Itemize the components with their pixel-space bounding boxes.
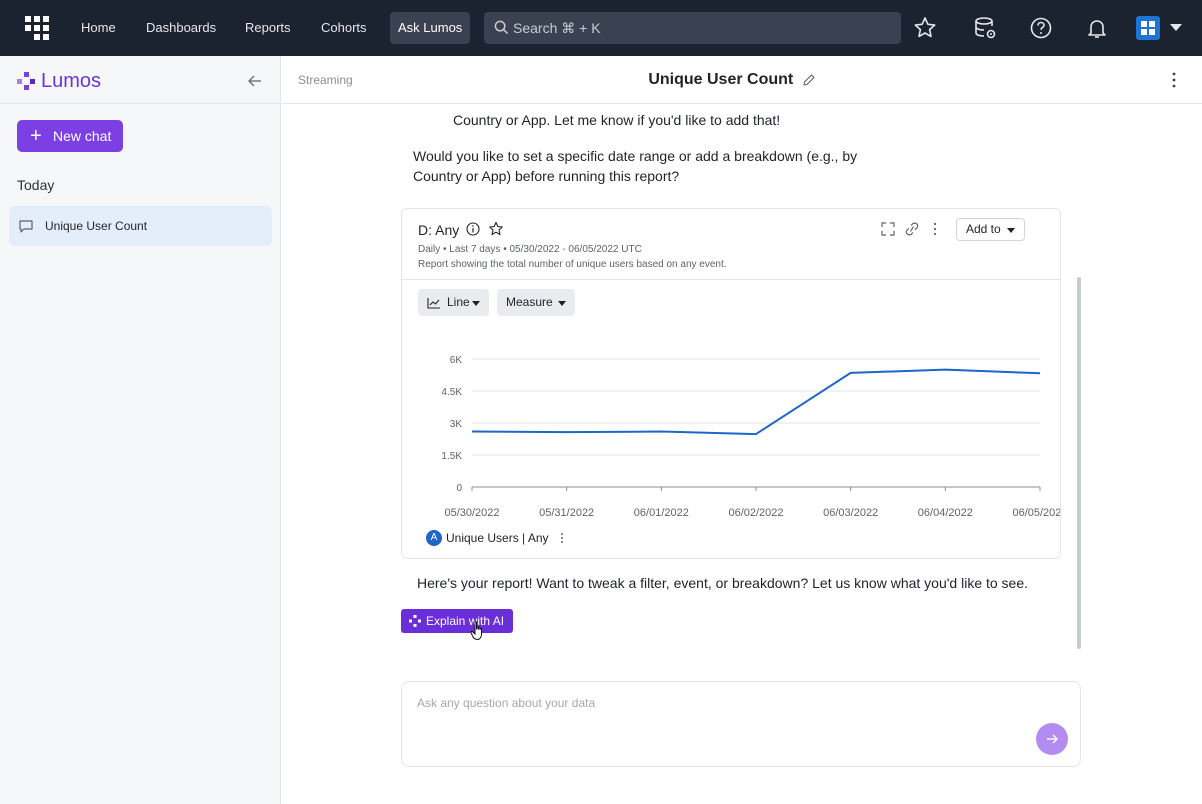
chevron-down-icon[interactable] — [1170, 24, 1182, 31]
nav-dashboards[interactable]: Dashboards — [138, 12, 224, 44]
explain-label: Explain with AI — [426, 614, 505, 628]
arrow-left-icon[interactable] — [246, 72, 264, 90]
measure-dropdown[interactable]: Measure — [497, 289, 575, 316]
search-input[interactable]: Search ⌘ + K — [484, 12, 901, 44]
divider — [0, 103, 281, 104]
chat-item-label: Unique User Count — [45, 219, 148, 233]
database-settings-icon[interactable] — [971, 14, 999, 42]
legend-label[interactable]: Unique Users | Any — [446, 531, 549, 545]
new-chat-label: New chat — [53, 128, 112, 144]
x-tick-label: 06/05/2022 — [1012, 507, 1060, 519]
legend-badge: A — [426, 530, 442, 546]
assistant-message-partial: Country or App. Let me know if you'd lik… — [453, 112, 781, 128]
send-button[interactable] — [1036, 723, 1068, 755]
question-input[interactable] — [417, 696, 1017, 710]
top-nav: Home Dashboards Reports Cohorts Ask Lumo… — [0, 0, 1202, 56]
x-tick-label: 06/03/2022 — [823, 507, 878, 519]
y-tick-label: 6K — [450, 355, 463, 366]
more-vertical-icon[interactable] — [1166, 70, 1182, 90]
y-tick-label: 3K — [450, 419, 463, 430]
nav-ask-lumos[interactable]: Ask Lumos — [390, 12, 471, 44]
series-line[interactable] — [471, 368, 1041, 436]
nav-cohorts[interactable]: Cohorts — [313, 12, 375, 44]
lumos-logo-icon — [17, 72, 35, 90]
divider — [402, 279, 1060, 280]
chevron-down-icon — [558, 301, 566, 306]
sidebar: Lumos + New chat Today Unique User Count — [0, 56, 281, 804]
sparkle-icon — [409, 615, 421, 627]
report-meta: Daily • Last 7 days • 05/30/2022 - 06/05… — [418, 244, 642, 255]
y-tick-label: 4.5K — [441, 387, 462, 398]
help-icon[interactable] — [1027, 14, 1055, 42]
chat-composer — [401, 681, 1081, 767]
hand-cursor-icon — [470, 621, 482, 641]
more-vertical-icon[interactable] — [559, 532, 565, 544]
assistant-message: Would you like to set a specific date ra… — [413, 148, 858, 184]
y-tick-label: 0 — [456, 483, 462, 494]
info-icon[interactable] — [466, 222, 480, 236]
bell-icon[interactable] — [1083, 14, 1111, 42]
new-chat-button[interactable]: + New chat — [17, 120, 123, 152]
report-description: Report showing the total number of uniqu… — [418, 259, 727, 270]
apps-grid-icon[interactable] — [25, 16, 49, 40]
arrow-right-icon — [1047, 734, 1058, 744]
page-title-text: Unique User Count — [648, 71, 794, 88]
chat-bubble-icon — [19, 220, 33, 233]
chart-type-label: Line — [447, 295, 470, 309]
link-icon[interactable] — [904, 222, 920, 236]
brand: Lumos — [17, 69, 101, 93]
x-tick-label: 05/30/2022 — [444, 507, 499, 519]
assistant-followup: Here's your report! Want to tweak a filt… — [417, 575, 1029, 591]
page-title: Unique User Count — [282, 71, 1182, 89]
chat-item[interactable]: Unique User Count — [9, 206, 272, 246]
star-icon[interactable] — [488, 221, 504, 237]
add-to-button[interactable]: Add to — [956, 218, 1025, 241]
report-title[interactable]: D: Any — [418, 222, 459, 238]
plus-icon: + — [30, 125, 42, 147]
measure-label: Measure — [506, 295, 553, 309]
section-today: Today — [17, 177, 55, 193]
pencil-icon[interactable] — [802, 73, 816, 87]
report-card: D: Any Daily • Last 7 days • 05/30/2022 … — [401, 208, 1061, 559]
x-tick-label: 06/04/2022 — [918, 507, 973, 519]
line-chart-icon — [427, 298, 440, 309]
chart-type-dropdown[interactable]: Line — [418, 289, 489, 316]
x-tick-label: 06/02/2022 — [728, 507, 783, 519]
chevron-down-icon — [472, 301, 480, 306]
x-tick-label: 06/01/2022 — [634, 507, 689, 519]
add-to-label: Add to — [966, 222, 1001, 236]
scrollbar[interactable] — [1077, 277, 1081, 649]
fullscreen-icon[interactable] — [881, 222, 895, 236]
star-icon[interactable] — [911, 14, 939, 42]
line-chart: 0 1.5K 3K 4.5K 6K 05/30/2022 05/31/2022 06/01/2… — [441, 355, 1060, 519]
x-tick-label: 05/31/2022 — [539, 507, 594, 519]
brand-name: Lumos — [41, 69, 102, 92]
more-vertical-icon[interactable] — [931, 222, 939, 236]
chevron-down-icon — [1007, 228, 1015, 233]
explain-with-ai-button[interactable]: Explain with AI — [401, 609, 513, 633]
nav-home[interactable]: Home — [73, 12, 124, 44]
main-header: Streaming Unique User Count — [282, 56, 1202, 104]
search-icon — [494, 20, 509, 35]
workspace-grid-icon — [1141, 21, 1155, 35]
chart-legend: A Unique Users | Any — [426, 530, 565, 546]
y-tick-label: 1.5K — [441, 451, 462, 462]
search-placeholder: Search ⌘ + K — [513, 20, 601, 36]
workspace-icon[interactable] — [1136, 16, 1160, 40]
nav-reports[interactable]: Reports — [237, 12, 299, 44]
